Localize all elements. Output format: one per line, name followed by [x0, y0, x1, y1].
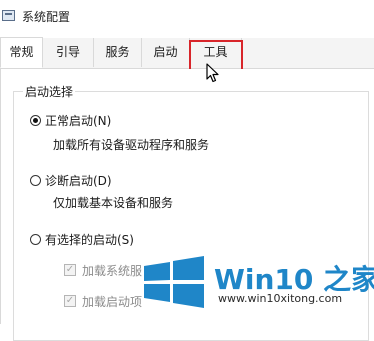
load-startup-items-checkbox[interactable]: ✓ 加载启动项	[64, 292, 142, 310]
tab-boot[interactable]: 引导	[43, 38, 94, 67]
window-title: 系统配置	[22, 10, 71, 24]
startup-selection-label: 启动选择	[23, 83, 76, 100]
checkmark-icon[interactable]: ✓	[64, 295, 76, 307]
windows-logo-icon	[144, 256, 204, 308]
site-watermark: Win10 之家 www.win10xitong.com	[142, 254, 374, 314]
diagnostic-startup-label: 诊断启动(D)	[45, 173, 112, 188]
radio-unselected-icon[interactable]	[30, 174, 41, 186]
selective-startup-radio[interactable]: 有选择的启动(S)	[30, 230, 134, 248]
system-config-app-icon	[2, 10, 15, 21]
diagnostic-startup-radio[interactable]: 诊断启动(D)	[30, 171, 112, 189]
checkmark-icon[interactable]: ✓	[64, 264, 76, 276]
selective-startup-label: 有选择的启动(S)	[45, 232, 134, 247]
radio-unselected-icon[interactable]	[30, 233, 41, 245]
normal-startup-radio[interactable]: 正常启动(N)	[30, 111, 111, 129]
diagnostic-startup-desc: 仅加载基本设备和服务	[53, 196, 174, 210]
radio-selected-icon[interactable]	[30, 114, 41, 126]
watermark-url: www.win10xitong.com	[218, 292, 343, 305]
title-bar: 系统配置	[0, 0, 374, 34]
normal-startup-label: 正常启动(N)	[45, 113, 112, 128]
load-system-services-checkbox[interactable]: ✓ 加载系统服	[64, 261, 142, 279]
normal-startup-desc: 加载所有设备驱动程序和服务	[53, 138, 210, 152]
tab-services[interactable]: 服务	[94, 38, 142, 67]
mouse-pointer-icon	[206, 63, 220, 86]
load-startup-items-label: 加载启动项	[82, 294, 143, 309]
tab-general[interactable]: 常规	[0, 37, 43, 68]
tab-startup[interactable]: 启动	[142, 38, 190, 67]
tab-strip: 常规 引导 服务 启动 工具	[0, 37, 374, 69]
load-system-services-label: 加载系统服	[82, 263, 143, 278]
